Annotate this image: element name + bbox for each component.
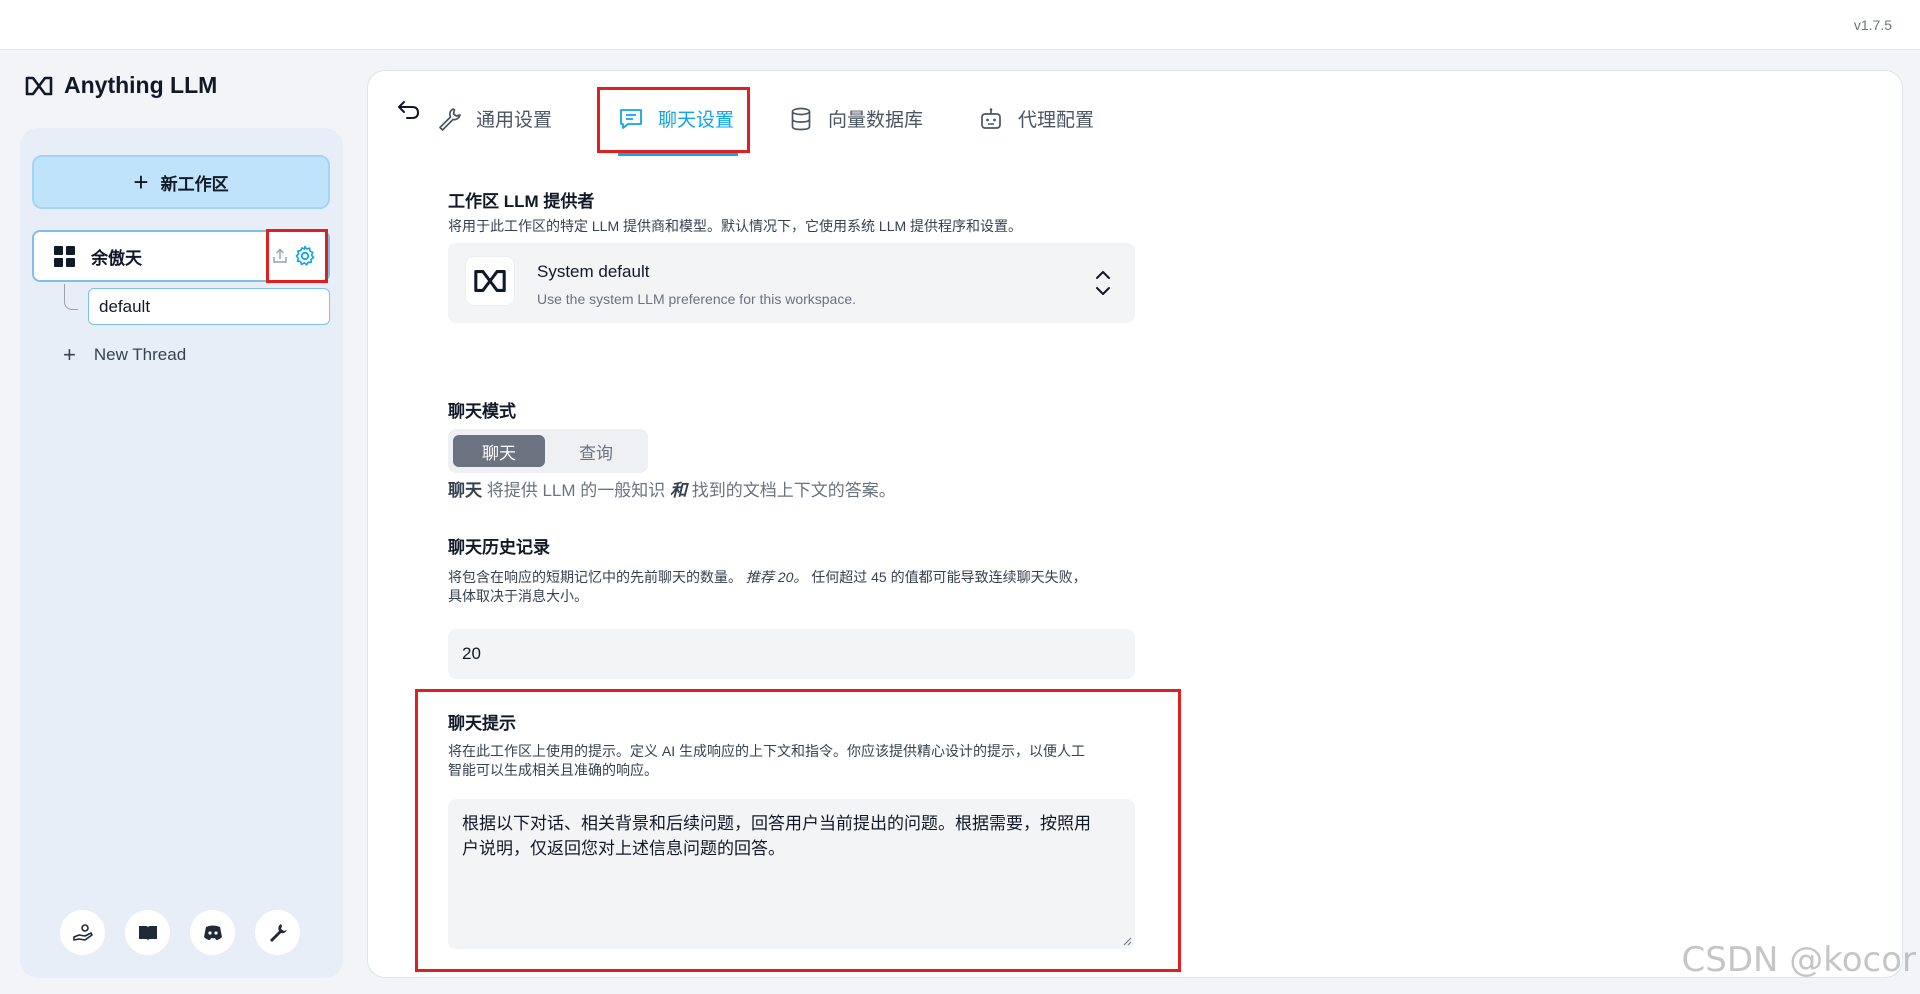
tab-label: 通用设置 <box>476 110 553 131</box>
tab-agent-config[interactable]: 代理配置 <box>978 105 1094 132</box>
chat-mode-description: 聊天 将提供 LLM 的一般知识 和 找到的文档上下文的答案。 <box>448 481 896 500</box>
sidebar-footer <box>60 910 300 955</box>
discord-icon[interactable] <box>190 910 235 955</box>
brand-logo[interactable]: Anything LLM <box>24 72 217 99</box>
chat-history-title: 聊天历史记录 <box>448 538 550 557</box>
tab-general-settings[interactable]: 通用设置 <box>436 105 552 132</box>
thread-item-default[interactable]: default <box>88 288 330 325</box>
chat-prompt-title: 聊天提示 <box>448 714 516 733</box>
tab-label: 代理配置 <box>1018 110 1095 131</box>
new-thread-button[interactable]: + New Thread <box>63 342 186 368</box>
thread-connector <box>64 284 78 310</box>
chat-prompt-textarea[interactable]: 根据以下对话、相关背景和后续问题，回答用户当前提出的问题。根据需要，按照用 户说… <box>448 799 1135 949</box>
wrench-icon <box>439 107 461 131</box>
community-hub-icon[interactable] <box>60 910 105 955</box>
resize-handle-icon[interactable] <box>1122 936 1132 946</box>
watermark: CSDN @kocor <box>1681 940 1917 980</box>
workspace-actions-highlight <box>266 229 328 283</box>
tab-vector-database[interactable]: 向量数据库 <box>788 105 923 132</box>
provider-logo-icon <box>466 257 514 305</box>
anythingllm-logo-icon <box>25 76 53 95</box>
chat-prompt-description: 将在此工作区上使用的提示。定义 AI 生成响应的上下文和指令。你应该提供精心设计… <box>448 743 1086 778</box>
mode-query-button[interactable]: 查询 <box>550 435 642 467</box>
provider-name: System default <box>537 262 650 281</box>
back-arrow-icon[interactable] <box>396 99 422 128</box>
database-icon <box>791 107 811 130</box>
workspace-item[interactable]: 余傲天 <box>32 229 330 283</box>
workspace-name: 余傲天 <box>91 248 142 268</box>
docs-book-icon[interactable] <box>125 910 170 955</box>
new-workspace-button[interactable]: + 新工作区 <box>32 155 330 209</box>
tab-highlight-box <box>597 87 750 153</box>
mode-chat-button[interactable]: 聊天 <box>453 435 545 467</box>
llm-provider-select[interactable]: System default Use the system LLM prefer… <box>448 243 1135 323</box>
llm-provider-title: 工作区 LLM 提供者 <box>448 192 595 211</box>
chat-history-input[interactable] <box>448 629 1135 679</box>
active-tab-underline <box>618 153 738 156</box>
top-bar: v1.7.5 <box>0 0 1920 50</box>
sidebar: + 新工作区 余傲天 default + New Thread <box>20 128 343 978</box>
brand-name: Anything LLM <box>64 72 218 98</box>
new-workspace-label: 新工作区 <box>160 174 229 194</box>
main-panel: 通用设置 聊天设置 向量数据库 代理配置 工作区 LLM 提供者 将用于此工作区… <box>367 70 1903 978</box>
robot-icon <box>981 107 1001 129</box>
gear-icon[interactable] <box>293 244 317 268</box>
chat-mode-title: 聊天模式 <box>448 402 516 421</box>
chevron-up-down-icon <box>1096 271 1110 295</box>
version-label: v1.7.5 <box>1853 17 1892 33</box>
new-thread-label: New Thread <box>93 345 187 364</box>
workspace-grid-icon <box>54 245 75 267</box>
plus-icon: + <box>133 167 149 197</box>
chat-mode-toggle: 聊天 查询 <box>448 429 648 473</box>
upload-icon[interactable] <box>271 247 289 265</box>
provider-subtitle: Use the system LLM preference for this w… <box>537 291 857 307</box>
chat-history-description: 将包含在响应的短期记忆中的先前聊天的数量。 推荐 20。 任何超过 45 的值都… <box>448 569 1087 604</box>
wrench-settings-icon[interactable] <box>255 910 300 955</box>
tab-label: 向量数据库 <box>828 110 924 131</box>
plus-icon: + <box>63 342 76 367</box>
llm-provider-description: 将用于此工作区的特定 LLM 提供商和模型。默认情况下，它使用系统 LLM 提供… <box>448 218 1023 234</box>
